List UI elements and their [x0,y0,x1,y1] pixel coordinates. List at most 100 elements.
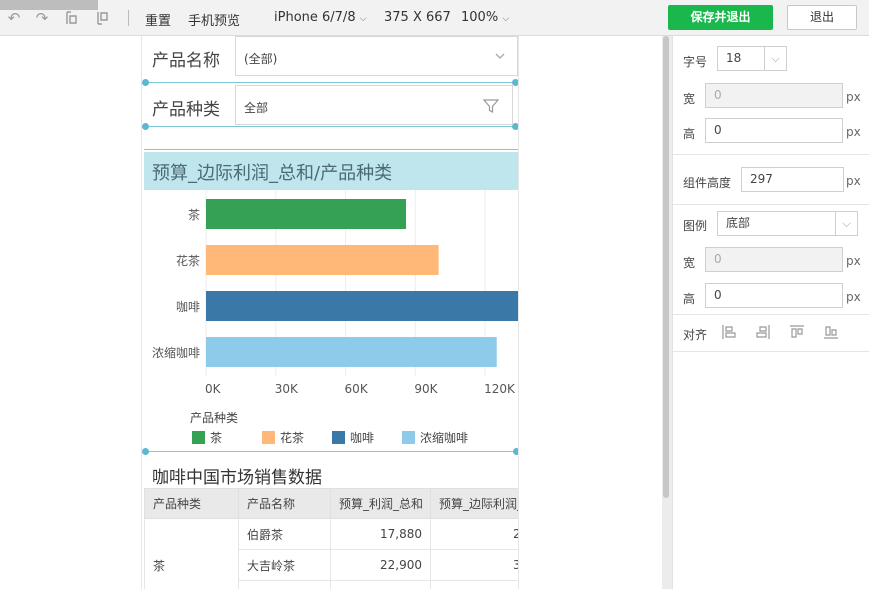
height-label: 高 [683,127,696,141]
font-size-select[interactable]: 18 ⌵ [717,46,787,71]
panel-divider [673,314,869,315]
bar-0[interactable] [206,199,407,229]
unit-label: px [846,254,861,268]
legend-label: 图例 [683,219,708,233]
height-input[interactable]: 0 [705,118,843,143]
filter-value: (全部) [244,52,278,66]
chevron-down-icon: ⌵ [359,14,367,24]
panel-divider [673,154,869,155]
legend-height-input[interactable]: 0 [705,283,843,308]
bar-1[interactable] [206,245,439,275]
redo-icon[interactable]: ↷ [33,9,51,27]
filter-product-name: 产品名称 (全部) [144,36,518,78]
device-select-value: iPhone 6/7/8 [274,10,356,25]
category-label: 花茶 [175,254,200,268]
table-cell: 2 [430,518,518,550]
properties-panel: 字号 18 ⌵ 宽 0 px 高 0 px 组件高度 297 px 图例 底部 … [672,36,869,589]
device-select[interactable]: iPhone 6/7/8 ⌵ [274,10,367,25]
table-cell: 大吉岭茶 [238,549,331,581]
undo-icon[interactable]: ↶ [5,9,23,27]
zoom-value: 100% [461,10,499,25]
font-size-value: 18 [726,51,742,65]
filter-value: 全部 [244,101,269,115]
column-header[interactable]: 预算_利润_总和 [330,488,431,519]
legend-item[interactable]: 茶 [192,429,222,446]
chart-title: 预算_边际利润_总和/产品种类 [144,152,518,190]
align-right-icon[interactable] [755,324,771,340]
font-size-label: 字号 [683,55,708,69]
legend-position-value: 底部 [726,216,751,230]
align-left-icon[interactable] [721,324,737,340]
mobile-preview-button[interactable]: 手机预览 [188,10,240,29]
funnel-icon[interactable] [482,97,500,115]
exit-button[interactable]: 退出 [787,5,857,30]
column-header[interactable]: 产品种类 [144,488,239,519]
filter-label: 产品种类 [152,100,220,120]
table-cell: 伯爵茶 [238,518,331,550]
legend-label: 浓缩咖啡 [420,431,469,445]
bar-3[interactable] [206,337,497,367]
legend-label: 茶 [210,431,223,445]
zoom-select[interactable]: 100% ⌵ [461,10,509,25]
filter-product-name-select[interactable]: (全部) [235,36,518,76]
table-header-row: 产品种类 产品名称 预算_利润_总和 预算_边际利润_总和 [144,488,518,519]
align-top-icon[interactable] [789,324,805,340]
legend-height-label: 高 [683,292,696,306]
legend-swatch [402,431,415,444]
align-bottom-icon[interactable] [823,324,839,340]
table-cell [238,580,331,589]
table-cell [330,580,431,589]
width-label: 宽 [683,92,696,106]
legend-item[interactable]: 浓缩咖啡 [402,429,468,446]
mobile-preview-frame: 产品名称 (全部) 产品种类 全部 预算_边际利润_总和/产品种类 茶 花茶 咖… [141,36,519,589]
category-label: 咖啡 [175,300,200,314]
legend-item[interactable]: 花茶 [262,429,304,446]
legend-swatch [262,431,275,444]
unit-label: px [846,174,861,188]
legend-item[interactable]: 咖啡 [332,429,374,446]
resolution-label: 375 X 667 [384,10,451,25]
column-header[interactable]: 产品名称 [238,488,331,519]
width-input[interactable]: 0 [705,83,843,108]
legend-swatch [332,431,345,444]
resize-handle[interactable] [142,448,149,455]
chart-selection-outline-top [144,149,518,150]
category-label: 茶 [187,208,200,222]
category-label: 浓缩咖啡 [151,346,200,360]
table-cell: 22,900 [330,549,431,581]
filter-label: 产品名称 [152,51,220,71]
selection-outline-top [144,82,516,83]
chevron-down-icon: ⌵ [764,47,786,70]
table-cell [430,580,518,589]
chevron-down-icon: ⌵ [502,14,510,24]
chevron-down-icon [495,53,505,59]
table-cell-category: 茶 [144,518,239,589]
unit-label: px [846,125,861,139]
component-height-label: 组件高度 [683,176,732,190]
toolbar-divider [128,10,129,26]
resize-handle[interactable] [513,448,518,455]
tick-label: 30K [274,382,298,396]
sales-data-table: 产品种类 产品名称 预算_利润_总和 预算_边际利润_总和 茶 伯爵茶 17,8… [144,488,518,589]
filter-product-category-select[interactable]: 全部 [235,85,513,125]
tick-label: 90K [414,382,438,396]
legend-position-select[interactable]: 底部 ⌵ [717,211,858,236]
legend-width-label: 宽 [683,256,696,270]
chart-selection-outline-bottom [144,451,518,452]
reset-button[interactable]: 重置 [145,10,171,29]
legend-title: 产品种类 [190,411,239,425]
table-row: 茶 伯爵茶 17,880 2 [144,518,518,589]
bar-2[interactable] [206,291,519,321]
align-label: 对齐 [683,328,708,342]
table-cell: 3 [430,549,518,581]
save-and-exit-button[interactable]: 保存并退出 [668,5,773,30]
tick-label: 60K [344,382,368,396]
unit-label: px [846,290,861,304]
design-canvas: 产品名称 (全部) 产品种类 全部 预算_边际利润_总和/产品种类 茶 花茶 咖… [0,36,662,589]
align-top-icon[interactable] [64,9,82,27]
column-header[interactable]: 预算_边际利润_总和 [430,488,518,519]
align-bottom-icon[interactable] [95,9,113,27]
legend-width-input[interactable]: 0 [705,247,843,272]
canvas-scrollbar[interactable] [663,36,669,498]
component-height-input[interactable]: 297 [741,167,844,192]
